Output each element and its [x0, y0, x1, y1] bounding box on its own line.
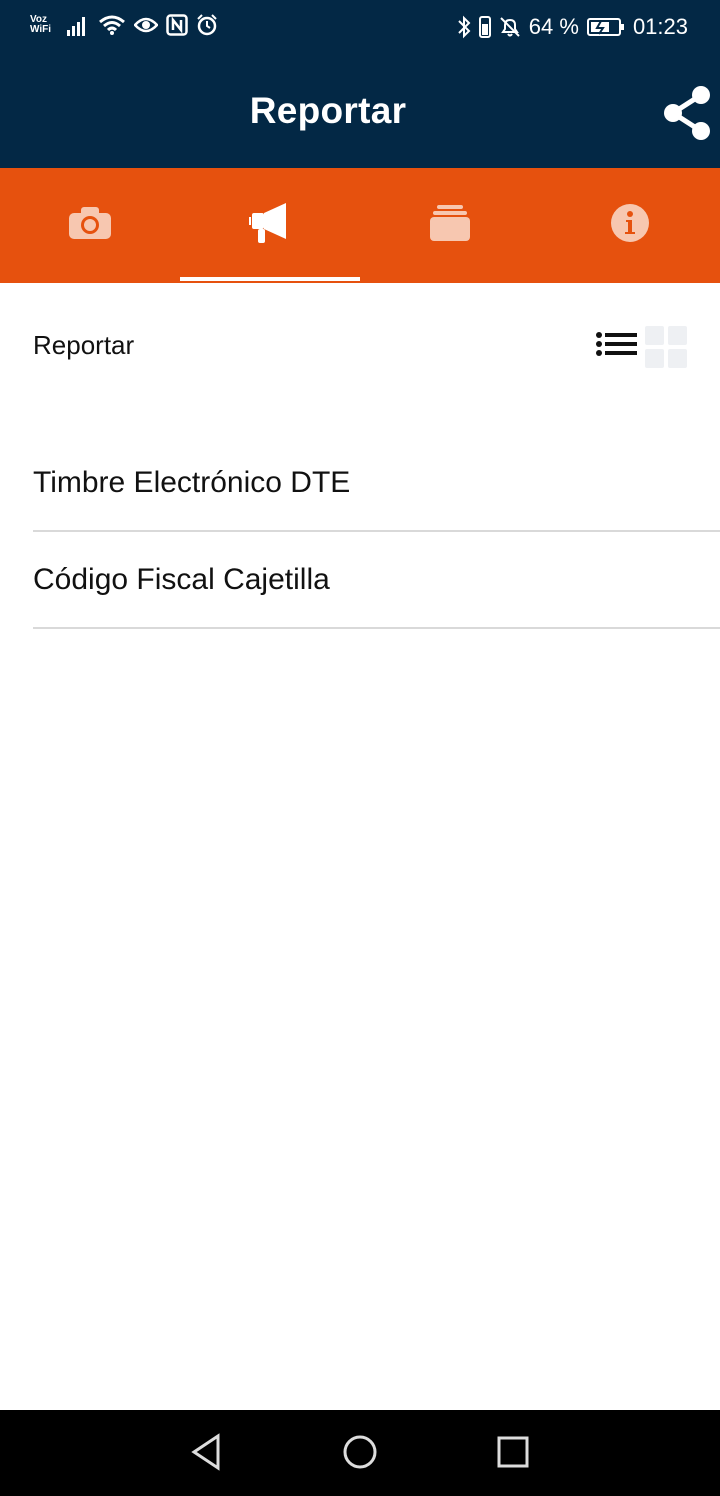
status-right: 64 % 01:23	[457, 14, 688, 40]
voz-wifi-label: Voz WiFi	[30, 15, 58, 35]
recents-icon[interactable]	[496, 1432, 530, 1472]
report-list: Timbre Electrónico DTE Código Fiscal Caj…	[33, 435, 720, 629]
home-icon[interactable]	[342, 1432, 378, 1472]
alarm-icon	[197, 14, 217, 36]
list-item-label: Código Fiscal Cajetilla	[33, 562, 330, 596]
mute-icon	[500, 17, 520, 37]
list-item[interactable]: Código Fiscal Cajetilla	[33, 532, 720, 629]
active-tab-indicator	[180, 277, 360, 281]
tab-bar	[0, 168, 720, 283]
tab-records[interactable]	[360, 168, 540, 283]
vibrate-icon	[478, 16, 491, 38]
megaphone-icon	[249, 202, 286, 243]
wifi-icon	[99, 15, 125, 35]
list-item[interactable]: Timbre Electrónico DTE	[33, 435, 720, 532]
tab-info[interactable]	[540, 168, 720, 283]
wifi-label: WiFi	[30, 24, 52, 35]
tab-camera[interactable]	[0, 168, 180, 283]
status-bar: Voz WiFi 64 % 01:23	[0, 0, 720, 56]
list-view-icon[interactable]	[595, 326, 637, 368]
share-icon	[664, 86, 710, 140]
camera-icon	[69, 206, 111, 239]
view-toggle	[595, 326, 687, 368]
section-title: Reportar	[33, 330, 135, 360]
list-item-label: Timbre Electrónico DTE	[33, 465, 351, 499]
page-title: Reportar	[249, 90, 407, 131]
grid-view-icon[interactable]	[645, 326, 687, 368]
nfc-icon	[166, 14, 188, 36]
clock: 01:23	[632, 14, 688, 39]
share-button[interactable]	[660, 84, 714, 142]
battery-percent: 64 %	[528, 14, 579, 39]
signal-icon	[67, 17, 85, 36]
layers-icon	[430, 204, 470, 241]
info-icon	[611, 203, 649, 242]
system-nav-bar	[0, 1410, 720, 1496]
status-left: Voz WiFi	[30, 14, 218, 36]
eye-icon	[134, 17, 158, 33]
back-icon[interactable]	[190, 1432, 222, 1472]
bluetooth-icon	[458, 15, 471, 39]
tab-report[interactable]	[180, 168, 360, 283]
app-bar: Reportar	[0, 56, 720, 168]
battery-icon	[586, 18, 624, 36]
